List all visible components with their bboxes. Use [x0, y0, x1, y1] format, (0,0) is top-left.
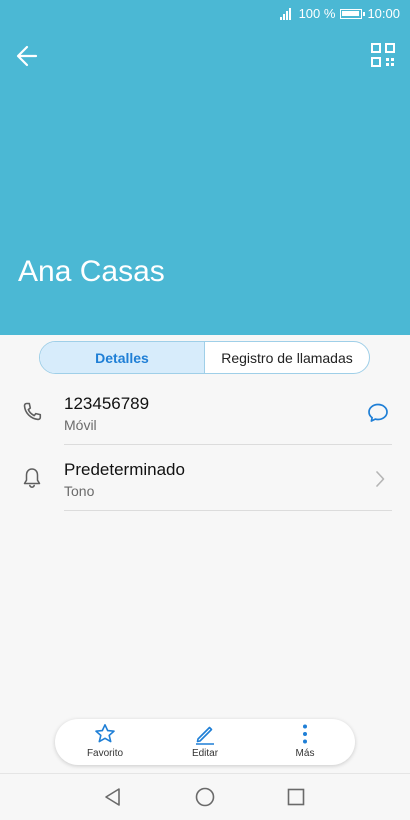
clock: 10:00 — [367, 6, 400, 21]
favorite-label: Favorito — [86, 748, 124, 759]
nav-back-icon[interactable] — [102, 786, 124, 808]
tab-call-log[interactable]: Registro de llamadas — [205, 342, 369, 373]
edit-label: Editar — [191, 748, 219, 759]
battery-icon — [340, 8, 366, 19]
ringtone-row[interactable]: Predeterminado Tono — [0, 446, 410, 511]
contact-name: Ana Casas — [18, 255, 165, 288]
edit-icon — [196, 726, 214, 745]
more-button[interactable]: Más — [255, 719, 355, 765]
ringtone-value: Predeterminado — [64, 460, 185, 479]
status-bar: 100 % 10:00 — [0, 0, 410, 28]
phone-row[interactable]: 123456789 Móvil — [0, 380, 410, 445]
more-vertical-icon — [303, 724, 307, 744]
ringtone-label: Tono — [64, 483, 95, 499]
row-divider — [64, 510, 392, 511]
more-label: Más — [295, 748, 315, 759]
star-icon — [95, 724, 115, 743]
phone-type: Móvil — [64, 417, 97, 433]
row-divider — [64, 444, 392, 445]
phone-icon — [20, 400, 44, 424]
favorite-button[interactable]: Favorito — [55, 719, 155, 765]
bottom-action-bar: Favorito Editar Más — [55, 719, 355, 765]
system-navigation-bar — [0, 773, 410, 820]
edit-button[interactable]: Editar — [155, 719, 255, 765]
phone-number: 123456789 — [64, 394, 150, 413]
back-arrow-icon[interactable] — [12, 40, 44, 72]
contact-header: 100 % 10:00 Ana Casas — [0, 0, 410, 335]
message-icon[interactable] — [366, 401, 390, 425]
qr-code-icon[interactable] — [370, 42, 396, 68]
tab-details[interactable]: Detalles — [40, 342, 205, 373]
battery-percent: 100 % — [298, 6, 336, 21]
bell-icon — [20, 466, 44, 490]
chevron-right-icon — [374, 470, 386, 488]
nav-recents-icon[interactable] — [285, 786, 307, 808]
detail-tabs: Detalles Registro de llamadas — [39, 341, 370, 374]
nav-home-icon[interactable] — [194, 786, 216, 808]
signal-icon — [279, 7, 294, 20]
